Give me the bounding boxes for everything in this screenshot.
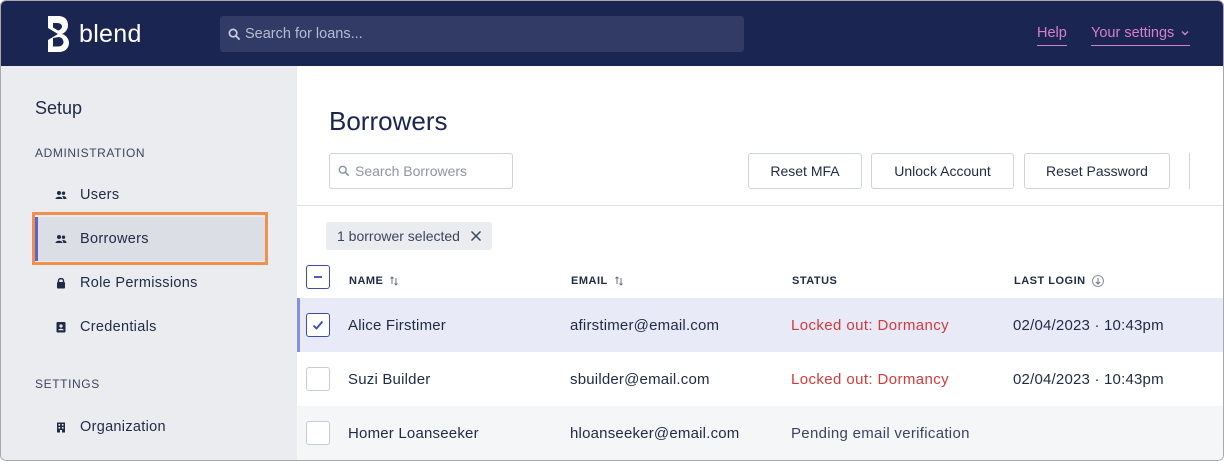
chevron-down-icon bbox=[1181, 31, 1189, 36]
selection-chip: 1 borrower selected bbox=[326, 222, 492, 250]
sidebar-item-organization[interactable]: Organization bbox=[35, 405, 265, 449]
checkmark-icon bbox=[312, 320, 324, 330]
borrower-email: sbuilder@email.com bbox=[570, 371, 710, 388]
sidebar-item-label: Role Permissions bbox=[80, 275, 198, 291]
sidebar-item-label: Credentials bbox=[80, 319, 157, 335]
building-icon bbox=[55, 421, 67, 433]
column-header-label: NAME bbox=[349, 275, 384, 287]
column-header-email[interactable]: EMAIL bbox=[571, 275, 624, 287]
column-header-label: EMAIL bbox=[571, 275, 608, 287]
loan-search-input[interactable] bbox=[245, 26, 725, 42]
borrower-status: Locked out: Dormancy bbox=[791, 371, 950, 388]
users-icon bbox=[55, 189, 67, 201]
search-icon bbox=[228, 28, 241, 40]
row-checkbox[interactable] bbox=[306, 367, 330, 391]
column-header-last-login[interactable]: LAST LOGIN bbox=[1014, 275, 1104, 287]
your-settings-menu[interactable]: Your settings bbox=[1091, 25, 1191, 46]
toolbar-divider bbox=[1189, 153, 1190, 189]
reset-password-button[interactable]: Reset Password bbox=[1024, 153, 1170, 189]
borrower-status: Pending email verification bbox=[791, 425, 970, 442]
id-badge-icon bbox=[55, 321, 67, 333]
borrower-search-input[interactable] bbox=[355, 163, 505, 179]
page-title: Borrowers bbox=[329, 106, 448, 136]
app-window: blend Help Your settings Setup ADMINISTR… bbox=[0, 0, 1224, 461]
borrower-email: hloanseeker@email.com bbox=[570, 425, 740, 442]
brand-name: blend bbox=[79, 19, 142, 48]
sidebar-item-credentials[interactable]: Credentials bbox=[35, 305, 265, 349]
your-settings-label: Your settings bbox=[1091, 25, 1175, 41]
column-header-label: LAST LOGIN bbox=[1014, 275, 1086, 287]
table-row[interactable]: Alice Firstimer afirstimer@email.com Loc… bbox=[297, 298, 1223, 352]
sidebar-title: Setup bbox=[35, 98, 83, 118]
loan-search-bar[interactable] bbox=[220, 16, 744, 52]
row-checkbox[interactable] bbox=[306, 421, 330, 445]
row-checkbox[interactable] bbox=[306, 313, 330, 337]
sidebar-item-label: Organization bbox=[80, 419, 166, 435]
unlock-account-button[interactable]: Unlock Account bbox=[871, 153, 1014, 189]
close-icon[interactable] bbox=[470, 230, 482, 242]
sidebar-item-label: Users bbox=[80, 187, 120, 203]
borrower-email: afirstimer@email.com bbox=[570, 317, 720, 334]
borrower-status: Locked out: Dormancy bbox=[791, 317, 950, 334]
users-icon bbox=[55, 233, 67, 245]
column-header-status[interactable]: STATUS bbox=[792, 275, 837, 287]
borrower-name: Suzi Builder bbox=[348, 371, 431, 388]
table-row[interactable]: Suzi Builder sbuilder@email.com Locked o… bbox=[297, 352, 1223, 406]
sidebar-section-settings: SETTINGS bbox=[35, 377, 100, 391]
setup-sidebar: Setup ADMINISTRATION Users Borrowers Rol… bbox=[1, 66, 297, 460]
brand-logo[interactable]: blend bbox=[45, 14, 142, 54]
sidebar-item-borrowers[interactable]: Borrowers bbox=[35, 217, 265, 261]
borrower-last-login: 02/04/2023 · 10:43pm bbox=[1013, 371, 1164, 388]
select-all-checkbox[interactable] bbox=[306, 265, 330, 289]
sidebar-item-role-permissions[interactable]: Role Permissions bbox=[35, 261, 265, 305]
top-navigation-bar: blend Help Your settings bbox=[1, 1, 1223, 66]
borrower-last-login: 02/04/2023 · 10:43pm bbox=[1013, 317, 1164, 334]
sidebar-item-users[interactable]: Users bbox=[35, 173, 265, 217]
sidebar-item-label: Borrowers bbox=[80, 231, 149, 247]
column-header-name[interactable]: NAME bbox=[349, 275, 399, 287]
table-header: NAME EMAIL STATUS LAST LOGIN bbox=[297, 265, 1223, 297]
borrower-search-box[interactable] bbox=[329, 153, 513, 189]
sidebar-section-administration: ADMINISTRATION bbox=[35, 146, 146, 160]
sort-icon bbox=[390, 276, 399, 286]
selection-chip-label: 1 borrower selected bbox=[337, 228, 460, 244]
sort-descending-icon bbox=[1091, 275, 1104, 287]
borrower-name: Homer Loanseeker bbox=[348, 425, 479, 442]
blend-logo-icon bbox=[48, 16, 69, 52]
search-icon bbox=[338, 165, 350, 177]
sort-icon bbox=[614, 276, 623, 286]
minus-icon bbox=[314, 276, 322, 278]
borrowers-panel: Borrowers Reset MFA Unlock Account Reset… bbox=[297, 66, 1223, 460]
column-header-label: STATUS bbox=[792, 275, 838, 287]
header-divider bbox=[297, 205, 1223, 206]
help-link[interactable]: Help bbox=[1037, 25, 1067, 46]
reset-mfa-button[interactable]: Reset MFA bbox=[748, 153, 862, 189]
lock-icon bbox=[55, 277, 67, 289]
table-row[interactable]: Homer Loanseeker hloanseeker@email.com P… bbox=[297, 406, 1223, 460]
borrower-name: Alice Firstimer bbox=[348, 317, 447, 334]
